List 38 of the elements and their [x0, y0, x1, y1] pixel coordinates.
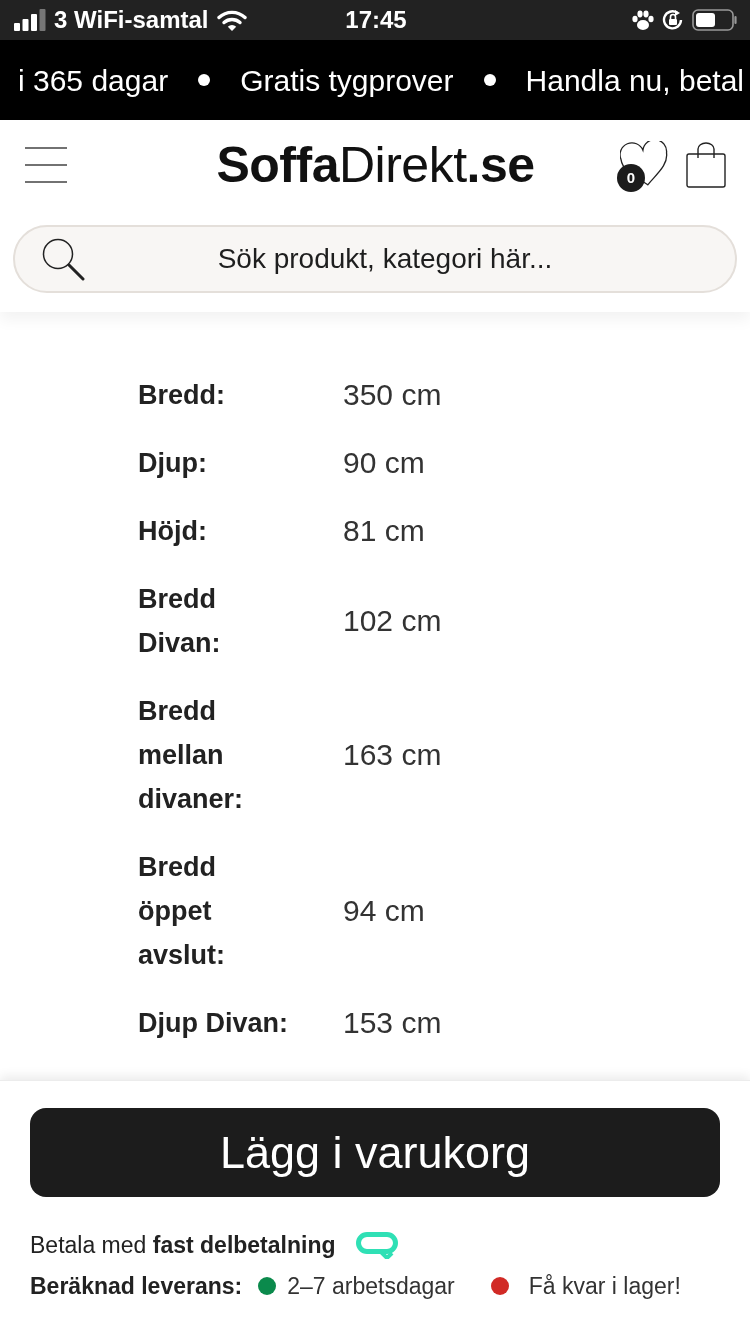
paw-icon [632, 10, 654, 30]
spec-value: 163 cm [343, 737, 442, 773]
search-field[interactable]: Sök produkt, kategori här... [13, 225, 737, 293]
payment-note: Betala med fast delbetalning [30, 1231, 336, 1260]
spec-value: 94 cm [343, 893, 425, 929]
rotation-lock-icon [662, 9, 684, 31]
status-time: 17:45 [345, 8, 407, 32]
battery-icon [692, 9, 738, 31]
wifi-icon [216, 9, 247, 31]
announcement-text: Handla nu, betal [525, 62, 745, 99]
payment-logo-icon [355, 1231, 398, 1259]
bullet-dot-icon [483, 74, 496, 86]
announcement-text: Gratis tygprover [240, 62, 454, 99]
signal-icon [14, 9, 46, 31]
spec-value: 81 cm [343, 513, 425, 549]
delivery-status-text: 2–7 arbetsdagar [287, 1271, 455, 1301]
spec-value: 153 cm [343, 1005, 442, 1041]
search-icon [42, 238, 85, 281]
spec-label: Bredd Divan: [138, 583, 222, 660]
spec-value: 90 cm [343, 445, 425, 481]
site-logo[interactable]: SoffaDirekt.se [216, 140, 535, 190]
carrier-name: 3 WiFi-samtal [54, 8, 209, 32]
bullet-dot-icon [198, 74, 211, 86]
delivery-label: Beräknad leverans: [30, 1271, 243, 1301]
spec-value: 102 cm [343, 603, 442, 639]
spec-label: Djup Divan: [138, 1007, 289, 1040]
spec-label: Djup: [138, 447, 208, 480]
delivery-status-text: Få kvar i lager! [528, 1271, 681, 1301]
wishlist-count-badge: 0 [617, 164, 645, 192]
spec-value: 350 cm [343, 377, 442, 413]
menu-icon[interactable] [25, 147, 67, 183]
announcement-text: i 365 dagar [18, 62, 169, 99]
add-to-cart-button[interactable]: Lägg i varukorg [30, 1108, 720, 1197]
spec-label: Bredd: [138, 379, 226, 412]
spec-label: Bredd mellan divaner: [138, 695, 245, 816]
spec-label: Bredd öppet avslut: [138, 851, 227, 972]
shopping-bag-icon[interactable] [686, 142, 726, 188]
spec-label: Höjd: [138, 515, 208, 548]
